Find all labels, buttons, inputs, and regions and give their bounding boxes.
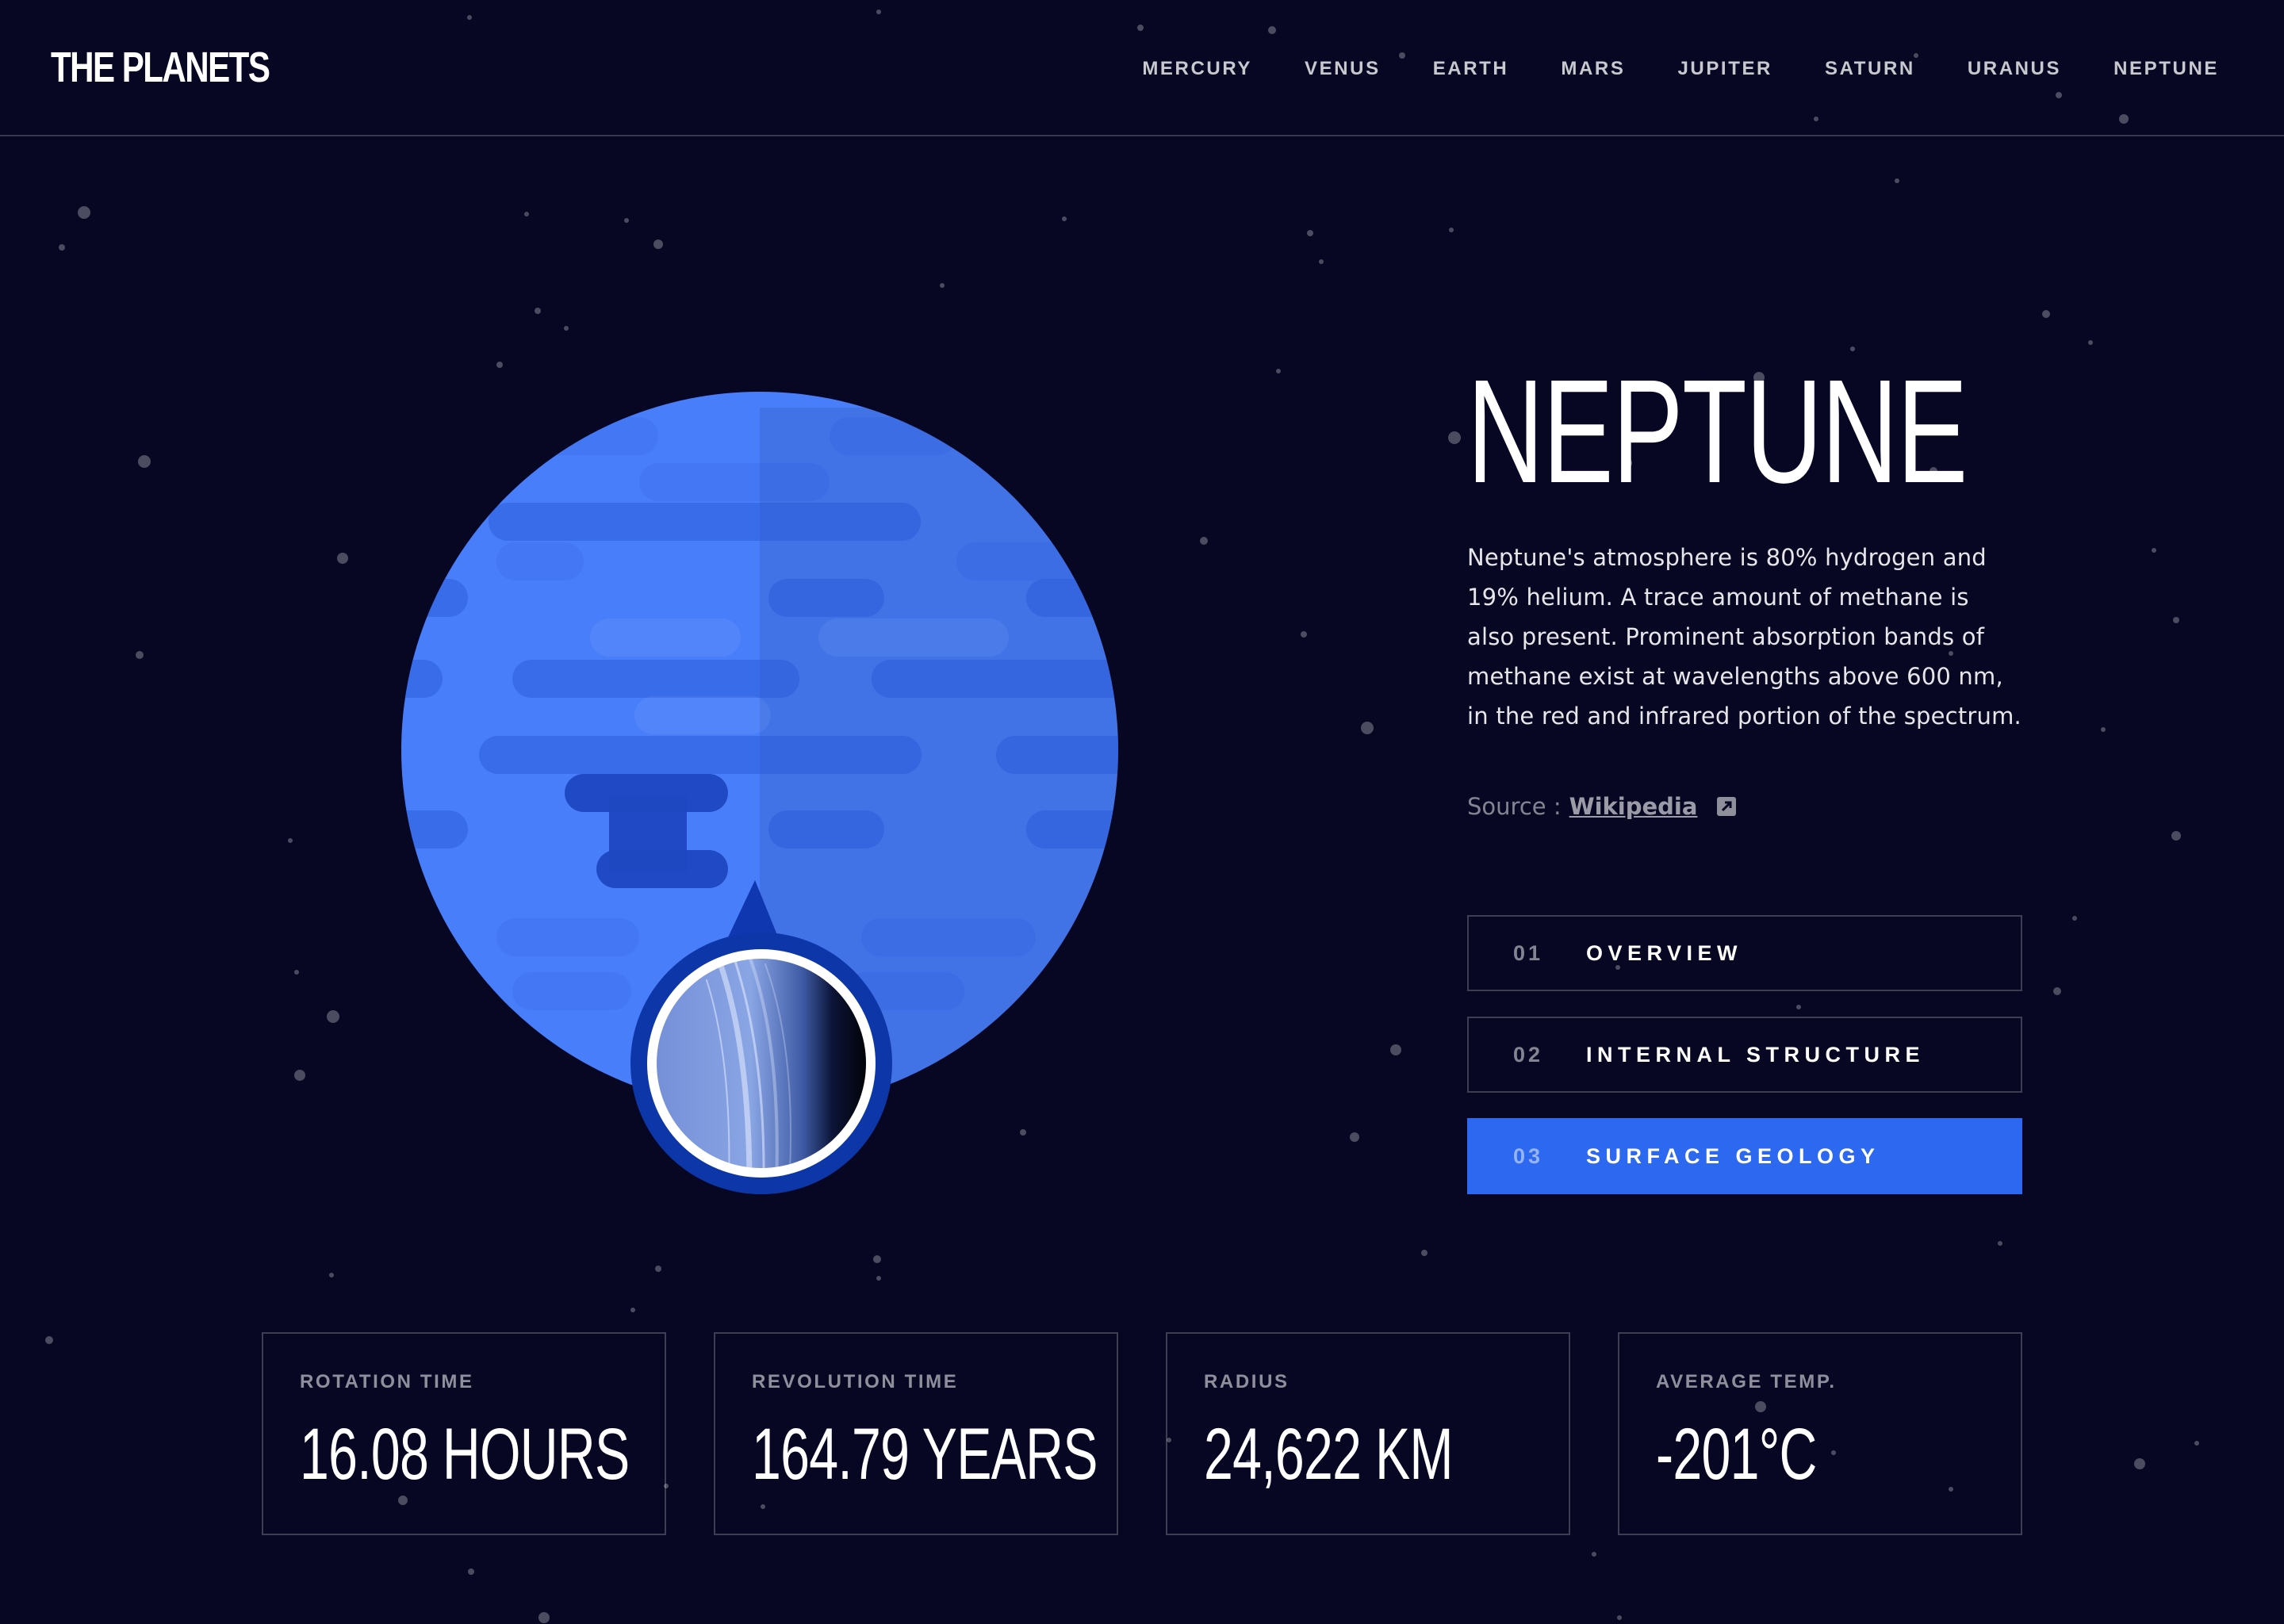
- content-tabs: 01 OVERVIEW 02 INTERNAL STRUCTURE 03 SUR…: [1467, 915, 2022, 1220]
- stat-label: AVERAGE TEMP.: [1656, 1371, 1837, 1392]
- stat-value: 24,622 KM: [1204, 1414, 1454, 1495]
- stat-card-revolution: REVOLUTION TIME 164.79 YEARS: [714, 1332, 1118, 1535]
- nav-link-saturn[interactable]: SATURN: [1825, 56, 1915, 82]
- planet-nav: MERCURY VENUS EARTH MARS JUPITER SATURN …: [1142, 56, 2219, 82]
- tab-number: 02: [1513, 1042, 1544, 1067]
- source-link[interactable]: Wikipedia: [1569, 793, 1698, 820]
- planet-title: NEPTUNE: [1467, 350, 1968, 514]
- tab-surface-geology[interactable]: 03 SURFACE GEOLOGY: [1467, 1118, 2022, 1194]
- tab-label: INTERNAL STRUCTURE: [1586, 1042, 1925, 1067]
- nav-link-neptune[interactable]: NEPTUNE: [2113, 56, 2219, 82]
- nav-link-earth[interactable]: EARTH: [1433, 56, 1509, 82]
- tab-label: SURFACE GEOLOGY: [1586, 1143, 1880, 1168]
- stat-card-radius: RADIUS 24,622 KM: [1166, 1332, 1570, 1535]
- source-label: Source :: [1467, 793, 1562, 820]
- nav-link-uranus[interactable]: URANUS: [1968, 56, 2061, 82]
- site-header: THE PLANETS MERCURY VENUS EARTH MARS JUP…: [0, 0, 2284, 136]
- stat-label: RADIUS: [1204, 1371, 1290, 1392]
- nav-link-mars[interactable]: MARS: [1561, 56, 1625, 82]
- planet-info: NEPTUNE Neptune's atmosphere is 80% hydr…: [1467, 350, 2022, 821]
- stat-value: -201°C: [1656, 1414, 1817, 1495]
- nav-link-mercury[interactable]: MERCURY: [1142, 56, 1252, 82]
- stat-card-rotation: ROTATION TIME 16.08 HOURS: [262, 1332, 666, 1535]
- tab-overview[interactable]: 01 OVERVIEW: [1467, 915, 2022, 991]
- tab-internal-structure[interactable]: 02 INTERNAL STRUCTURE: [1467, 1017, 2022, 1093]
- stat-value: 164.79 YEARS: [752, 1414, 1098, 1495]
- stat-label: REVOLUTION TIME: [752, 1371, 959, 1392]
- planet-description: Neptune's atmosphere is 80% hydrogen and…: [1467, 544, 2021, 730]
- site-logo[interactable]: THE PLANETS: [51, 40, 270, 95]
- external-link-icon[interactable]: [1716, 796, 1737, 817]
- stat-value: 16.08 HOURS: [300, 1414, 630, 1495]
- tab-number: 01: [1513, 940, 1544, 965]
- stat-card-temperature: AVERAGE TEMP. -201°C: [1618, 1332, 2022, 1535]
- planet-stats: ROTATION TIME 16.08 HOURS REVOLUTION TIM…: [262, 1332, 2022, 1535]
- surface-geology-image: [630, 933, 892, 1194]
- source-line: Source : Wikipedia: [1467, 793, 2022, 820]
- tab-number: 03: [1513, 1143, 1544, 1168]
- nav-link-venus[interactable]: VENUS: [1305, 56, 1381, 82]
- nav-link-jupiter[interactable]: JUPITER: [1677, 56, 1772, 82]
- stat-label: ROTATION TIME: [300, 1371, 474, 1392]
- tab-label: OVERVIEW: [1586, 940, 1743, 965]
